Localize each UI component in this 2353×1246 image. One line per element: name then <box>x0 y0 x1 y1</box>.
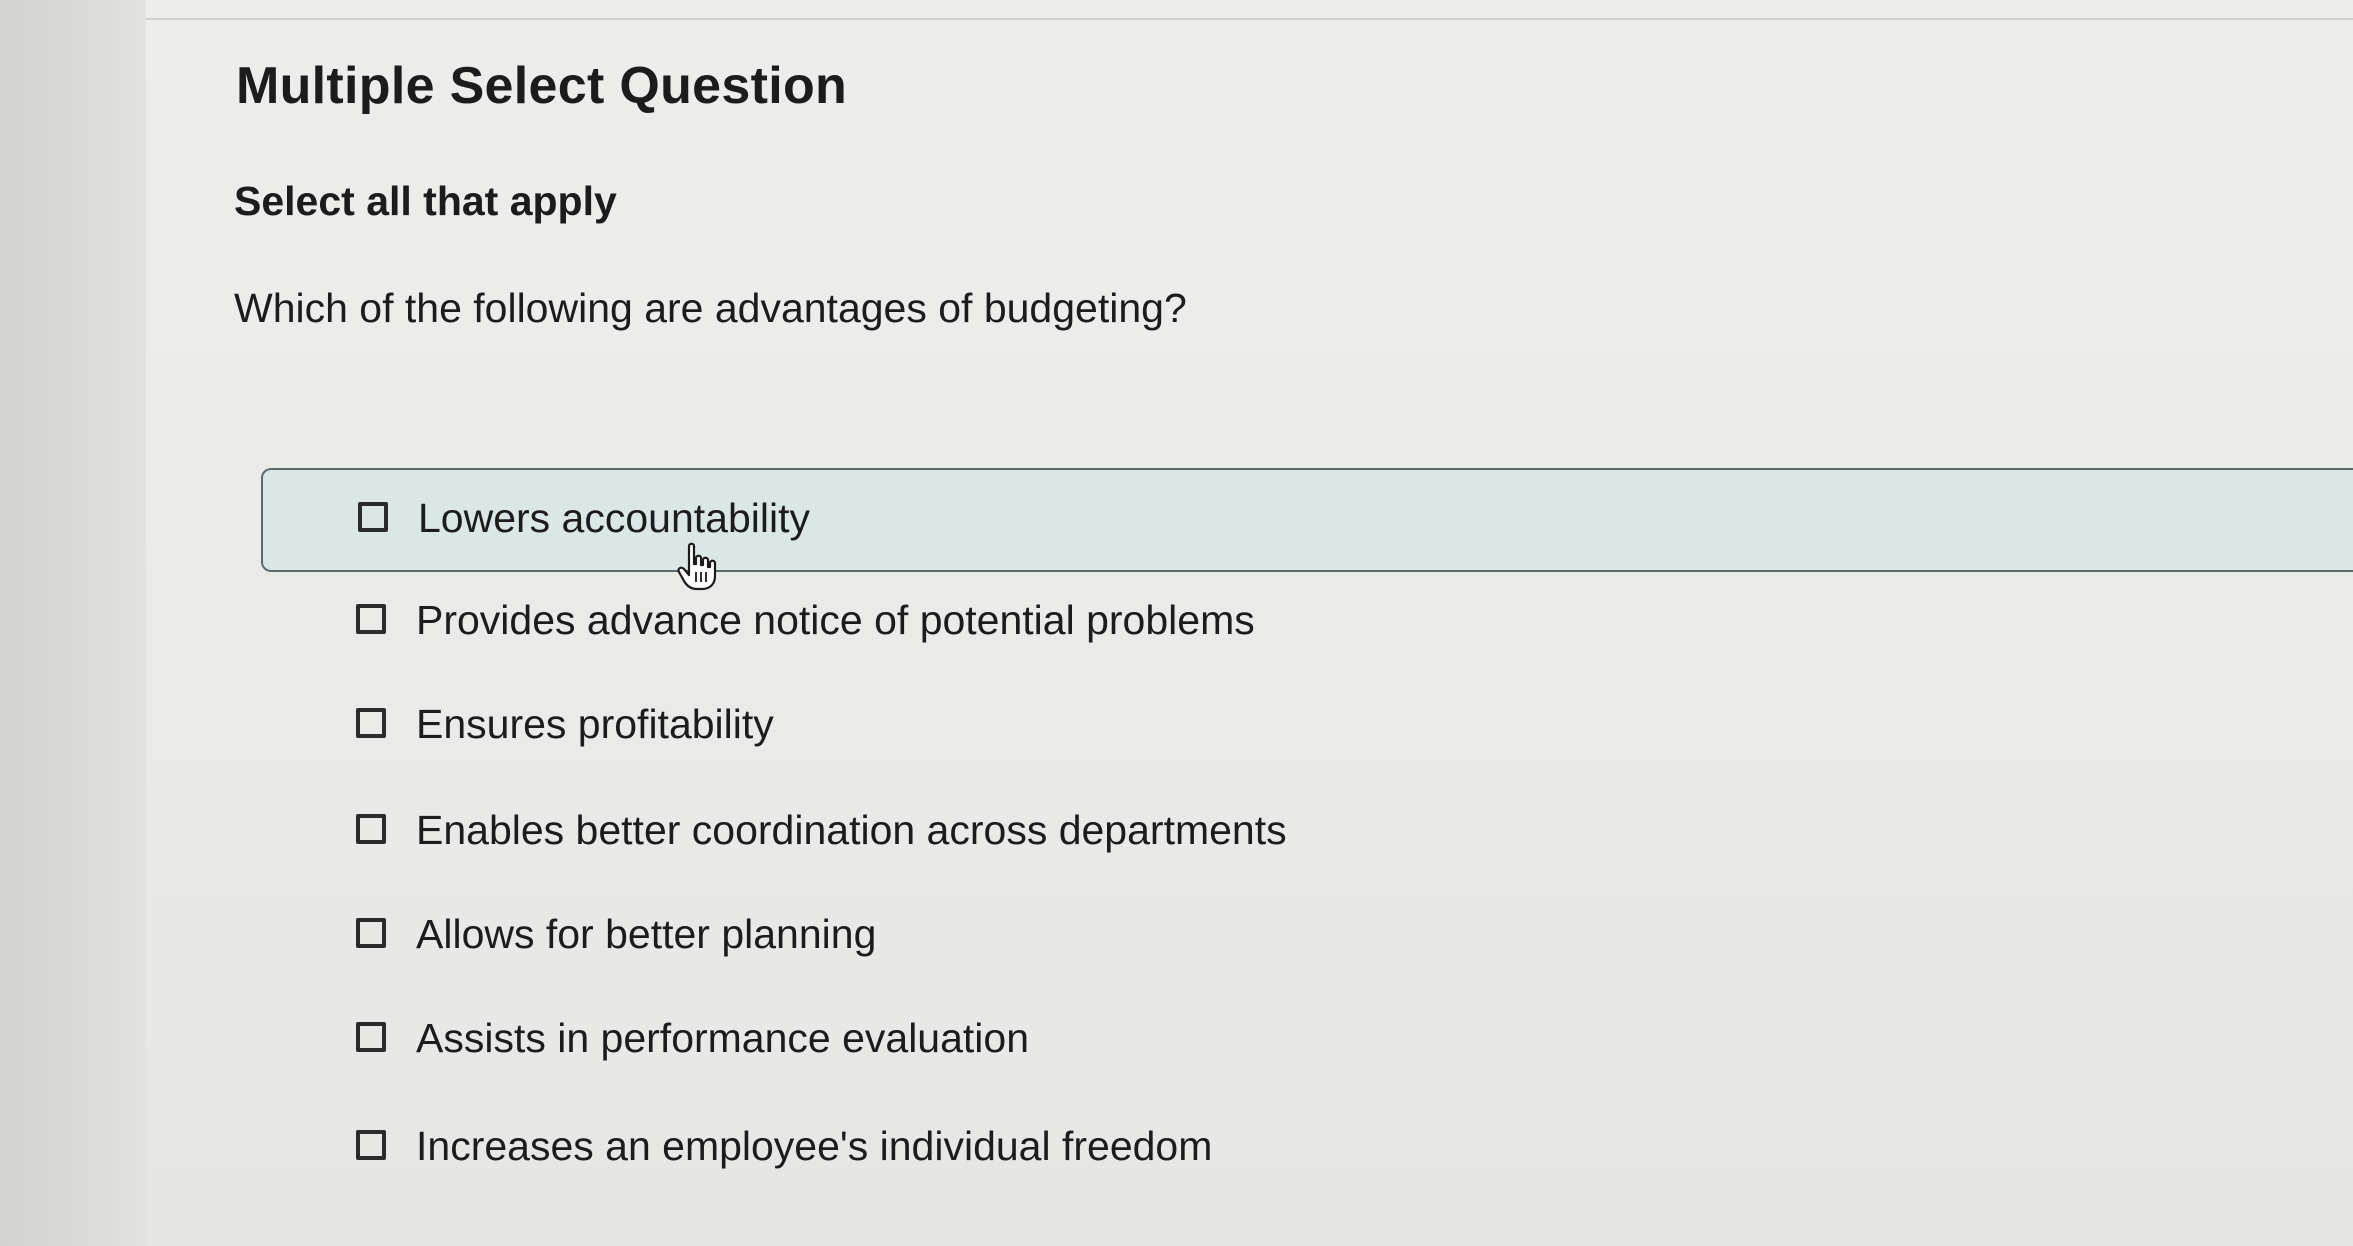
checkbox-empty-icon[interactable] <box>356 708 386 738</box>
option-label: Enables better coordination across depar… <box>416 807 1287 853</box>
checkbox-empty-icon[interactable] <box>356 918 386 948</box>
option-label: Assists in performance evaluation <box>416 1015 1030 1061</box>
option-ensures-profitability[interactable]: Ensures profitability <box>261 676 2353 780</box>
checkbox-empty-icon[interactable] <box>356 1022 386 1052</box>
checkbox-empty-icon[interactable] <box>358 502 388 532</box>
checkbox-empty-icon[interactable] <box>356 604 386 634</box>
option-better-coordination[interactable]: Enables better coordination across depar… <box>261 782 2353 886</box>
option-label: Lowers accountability <box>418 495 810 541</box>
option-individual-freedom[interactable]: Increases an employee's individual freed… <box>261 1098 2353 1202</box>
option-better-planning[interactable]: Allows for better planning <box>261 886 2353 990</box>
option-advance-notice[interactable]: Provides advance notice of potential pro… <box>261 572 2353 676</box>
checkbox-empty-icon[interactable] <box>356 1130 386 1160</box>
option-performance-evaluation[interactable]: Assists in performance evaluation <box>261 990 2353 1094</box>
option-label: Provides advance notice of potential pro… <box>416 597 1255 643</box>
option-label: Allows for better planning <box>416 911 877 957</box>
left-gutter <box>0 0 146 1246</box>
checkbox-empty-icon[interactable] <box>356 814 386 844</box>
option-label: Increases an employee's individual freed… <box>416 1123 1213 1169</box>
question-panel: Multiple Select Question Select all that… <box>146 0 2353 1246</box>
answer-options: Lowers accountability Provides advance n… <box>146 0 2353 1246</box>
option-lowers-accountability[interactable]: Lowers accountability <box>261 468 2353 572</box>
option-label: Ensures profitability <box>416 701 774 747</box>
